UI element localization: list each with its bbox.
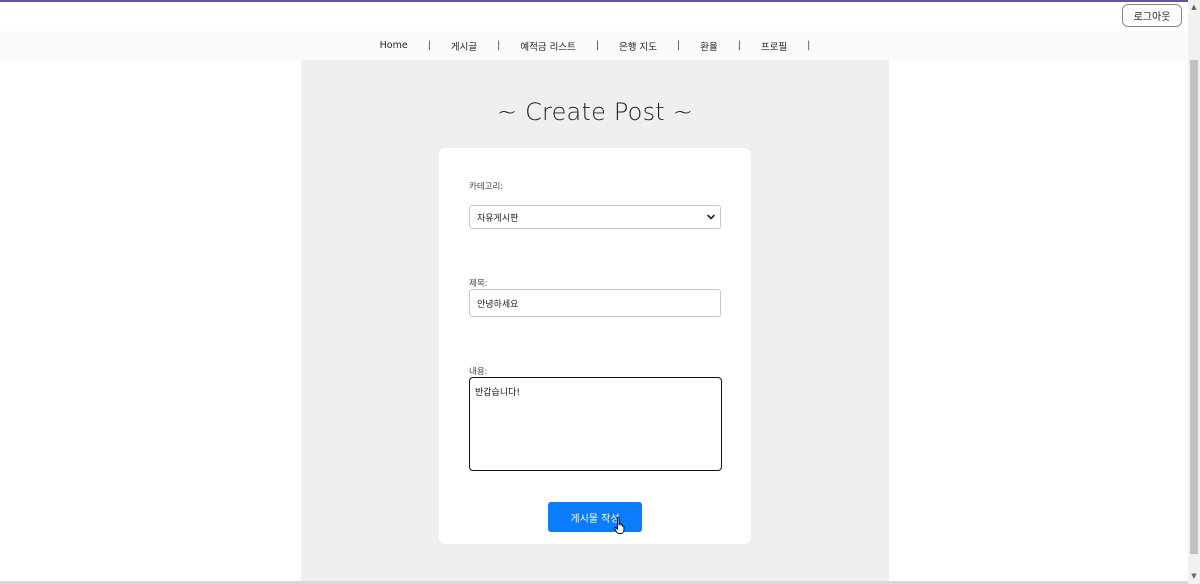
submit-post-button[interactable]: 게시물 작성: [548, 502, 642, 532]
nav-item-bank-map[interactable]: 은행 지도: [617, 39, 659, 53]
nav-separator: |: [497, 40, 501, 51]
header-bar: 로그아웃: [0, 2, 1188, 31]
category-select-value: 자유게시판: [477, 213, 519, 224]
nav-separator: |: [427, 40, 431, 51]
title-input[interactable]: 안녕하세요: [469, 289, 721, 317]
nav-item-posts[interactable]: 게시글: [449, 39, 479, 53]
title-label: 제목:: [469, 279, 488, 289]
title-input-value: 안녕하세요: [477, 299, 519, 310]
nav-item-exchange-rate[interactable]: 환율: [698, 39, 719, 53]
hand-pointer-icon: [614, 517, 625, 534]
scrollbar-thumb[interactable]: [1190, 60, 1198, 554]
content-textarea[interactable]: 반갑습니다!: [469, 377, 722, 471]
category-label: 카테고리:: [469, 182, 504, 192]
category-select[interactable]: 자유게시판: [469, 205, 721, 229]
nav-separator: |: [595, 40, 600, 51]
nav-item-deposit-list[interactable]: 예적금 리스트: [518, 39, 577, 53]
content-label: 내용:: [469, 367, 488, 377]
nav-item-home[interactable]: Home: [378, 40, 410, 51]
content-textarea-value: 반갑습니다!: [475, 388, 521, 398]
scroll-down-icon[interactable]: ▼: [1190, 572, 1198, 580]
create-post-form: 카테고리: 자유게시판 제목: 안녕하세요 내용: 반갑습니다! 게시물 작성: [439, 148, 751, 544]
scroll-up-icon[interactable]: ▲: [1190, 3, 1198, 11]
nav-separator: |: [677, 40, 681, 51]
nav-separator: |: [737, 40, 741, 51]
main-nav: Home | 게시글 | 예적금 리스트 | 은행 지도 | 환율 | 프로필 …: [0, 31, 1188, 60]
page-title: ~ Create Post ~: [496, 98, 694, 126]
logout-button[interactable]: 로그아웃: [1122, 4, 1182, 27]
nav-separator: |: [807, 40, 811, 51]
chevron-down-icon: [707, 214, 715, 220]
nav-item-profile[interactable]: 프로필: [759, 39, 789, 53]
